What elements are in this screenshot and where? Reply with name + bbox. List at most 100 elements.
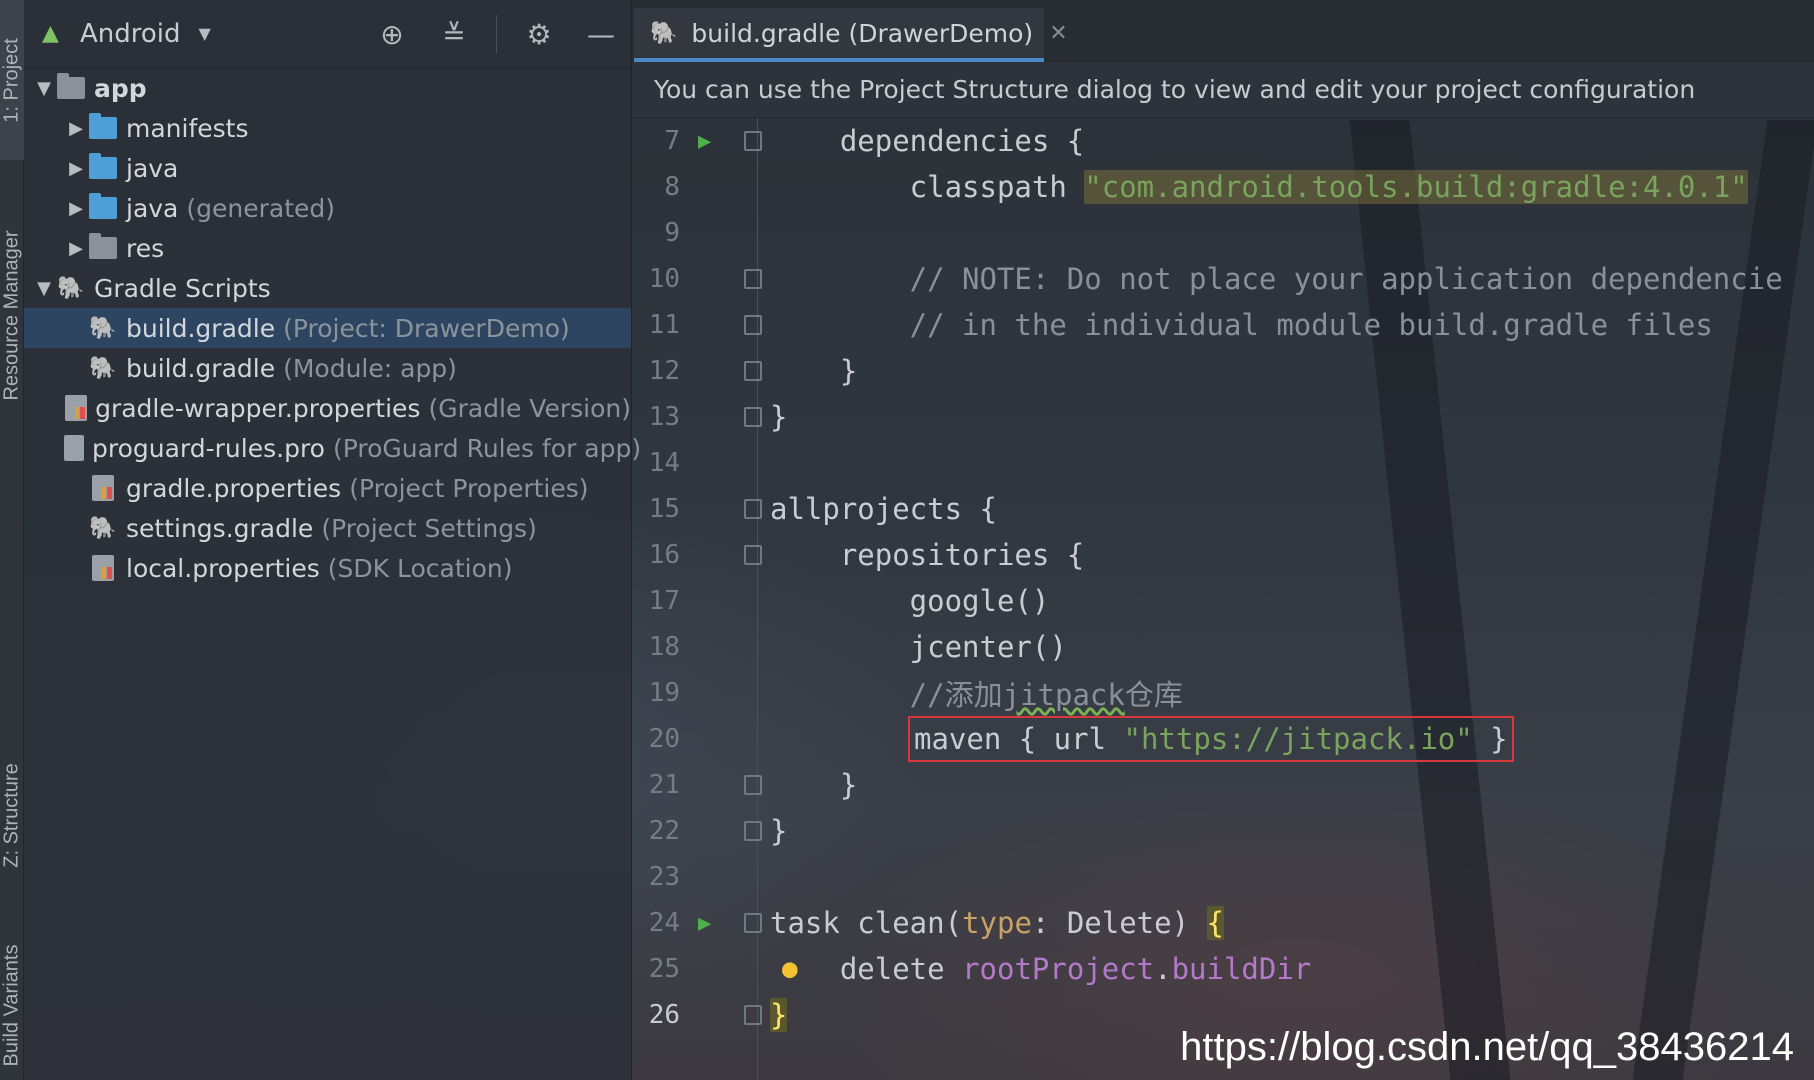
code-text: task clean(type: Delete) { <box>770 906 1224 940</box>
line-number: 16 <box>648 540 680 570</box>
code-text: } <box>770 768 858 802</box>
code-view[interactable]: 7 ▶ dependencies { 8 classpath "com.andr… <box>632 118 1814 1080</box>
hide-panel-icon[interactable]: — <box>581 14 621 54</box>
tree-item-label: java <box>126 153 179 183</box>
properties-icon <box>65 395 88 421</box>
line-number: 12 <box>648 356 680 386</box>
gear-icon[interactable]: ⚙ <box>519 14 559 54</box>
code-token: task clean( <box>770 906 963 940</box>
collapsed-arrow-icon[interactable]: ▶ <box>64 158 88 179</box>
tree-item-hint: (Gradle Version) <box>428 393 631 423</box>
fold-marker-icon[interactable] <box>744 131 762 151</box>
line-number: 8 <box>664 172 680 202</box>
chevron-down-icon[interactable]: ▼ <box>199 24 211 43</box>
tree-item[interactable]: 🐘 build.gradle (Project: DrawerDemo) <box>24 308 631 348</box>
tree-item[interactable]: ▼ 🐘 Gradle Scripts <box>24 268 631 308</box>
line-number: 15 <box>648 494 680 524</box>
code-text: dependencies { <box>770 124 1085 158</box>
line-number: 9 <box>664 218 680 248</box>
collapsed-arrow-icon[interactable]: ▶ <box>64 118 88 139</box>
watermark-url: https://blog.csdn.net/qq_38436214 <box>1180 1025 1794 1069</box>
project-structure-notice: You can use the Project Structure dialog… <box>632 62 1814 118</box>
expanded-arrow-icon[interactable]: ▼ <box>32 78 56 99</box>
close-icon[interactable]: ✕ <box>1049 21 1067 46</box>
tab-project[interactable]: 1: Project <box>0 0 24 160</box>
tree-item-label: java <box>126 193 179 223</box>
fold-marker-icon[interactable] <box>744 821 762 841</box>
code-line: 21 } <box>632 762 1814 808</box>
line-number: 18 <box>648 632 680 662</box>
editor-tab-build-gradle[interactable]: 🐘 build.gradle (DrawerDemo) ✕ <box>634 8 1068 62</box>
spelling-warning: jitpack <box>1002 678 1125 712</box>
fold-marker-icon[interactable] <box>744 775 762 795</box>
tree-item-label: local.properties <box>126 553 320 583</box>
tree-item[interactable]: ▶ manifests <box>24 108 631 148</box>
collapse-all-icon[interactable]: ≚ <box>434 14 474 54</box>
fold-marker-icon[interactable] <box>744 269 762 289</box>
fold-marker-icon[interactable] <box>744 407 762 427</box>
code-token: } <box>1472 722 1508 756</box>
tree-item-hint: (Project Settings) <box>321 513 537 543</box>
collapsed-arrow-icon[interactable]: ▶ <box>64 198 88 219</box>
tree-item[interactable]: local.properties (SDK Location) <box>24 548 631 588</box>
run-gutter-icon[interactable]: ▶ <box>698 129 711 154</box>
code-line: 23 <box>632 854 1814 900</box>
gradle-icon: 🐘 <box>89 515 117 541</box>
tab-resource-manager[interactable]: Resource Manager <box>0 190 24 440</box>
tree-item-hint: (Project Properties) <box>349 473 589 503</box>
code-text: } <box>770 400 788 434</box>
tree-item-label: build.gradle <box>126 353 276 383</box>
toolbar-separator <box>496 15 497 53</box>
tree-item-label: Gradle Scripts <box>94 273 271 303</box>
properties-icon <box>88 475 118 501</box>
locate-file-icon[interactable]: ⊕ <box>372 14 412 54</box>
fold-marker-icon[interactable] <box>744 361 762 381</box>
project-panel: ▲ Android ▼ ⊕ ≚ ⚙ — ▼ app ▶ manifests ▶ java ▶… <box>24 0 641 1080</box>
tree-item-hint: (Module: app) <box>283 353 457 383</box>
tree-item-hint: (generated) <box>186 193 336 223</box>
folder-icon <box>88 153 118 181</box>
tree-item[interactable]: ▶ java <box>24 148 631 188</box>
line-number: 24 <box>648 908 680 938</box>
run-gutter-icon[interactable]: ▶ <box>698 911 711 936</box>
tree-item[interactable]: ▼ app <box>24 68 631 108</box>
fold-marker-icon[interactable] <box>744 315 762 335</box>
code-token: //添加 <box>770 678 1003 712</box>
code-token: . <box>1154 952 1172 986</box>
gradle-icon: 🐘 <box>650 20 678 46</box>
project-tree: ▼ app ▶ manifests ▶ java ▶ java (generated) ▶ res ▼… <box>24 68 641 588</box>
line-number: 14 <box>648 448 680 478</box>
tree-item[interactable]: 🐘 build.gradle (Module: app) <box>24 348 631 388</box>
tree-item-label: proguard-rules.pro <box>92 433 325 463</box>
code-line: 18 jcenter() <box>632 624 1814 670</box>
code-line: 17 google() <box>632 578 1814 624</box>
tree-item[interactable]: gradle-wrapper.properties (Gradle Version… <box>24 388 631 428</box>
tree-item[interactable]: gradle.properties (Project Properties) <box>24 468 631 508</box>
tree-item[interactable]: ▶ res <box>24 228 631 268</box>
collapsed-arrow-icon[interactable]: ▶ <box>64 238 88 259</box>
code-line: 13 } <box>632 394 1814 440</box>
file-icon <box>64 435 84 461</box>
tree-item[interactable]: ▶ java (generated) <box>24 188 631 228</box>
tab-structure[interactable]: Z: Structure <box>0 730 24 900</box>
tree-item-label: res <box>126 233 165 263</box>
code-line: 12 } <box>632 348 1814 394</box>
android-icon: ▲ <box>42 21 59 46</box>
code-line: 10 // NOTE: Do not place your applicatio… <box>632 256 1814 302</box>
matched-brace: { <box>1206 906 1224 940</box>
tab-build-variants[interactable]: Build Variants <box>0 930 24 1080</box>
tree-item-hint: (SDK Location) <box>327 553 513 583</box>
string-literal: "com.android.tools.build:gradle:4.0.1" <box>1084 170 1748 204</box>
fold-marker-icon[interactable] <box>744 545 762 565</box>
fold-marker-icon[interactable] <box>744 499 762 519</box>
gradle-icon: 🐘 <box>89 315 117 341</box>
fold-marker-icon[interactable] <box>744 913 762 933</box>
tree-item[interactable]: 🐘 settings.gradle (Project Settings) <box>24 508 631 548</box>
code-comment: //添加jitpack仓库 <box>770 672 1183 714</box>
expanded-arrow-icon[interactable]: ▼ <box>32 278 56 299</box>
code-line: 11 // in the individual module build.gra… <box>632 302 1814 348</box>
fold-marker-icon[interactable] <box>744 1005 762 1025</box>
code-text: google() <box>770 584 1050 618</box>
tree-item[interactable]: proguard-rules.pro (ProGuard Rules for ap… <box>24 428 641 468</box>
view-mode-dropdown[interactable]: Android <box>80 19 181 49</box>
